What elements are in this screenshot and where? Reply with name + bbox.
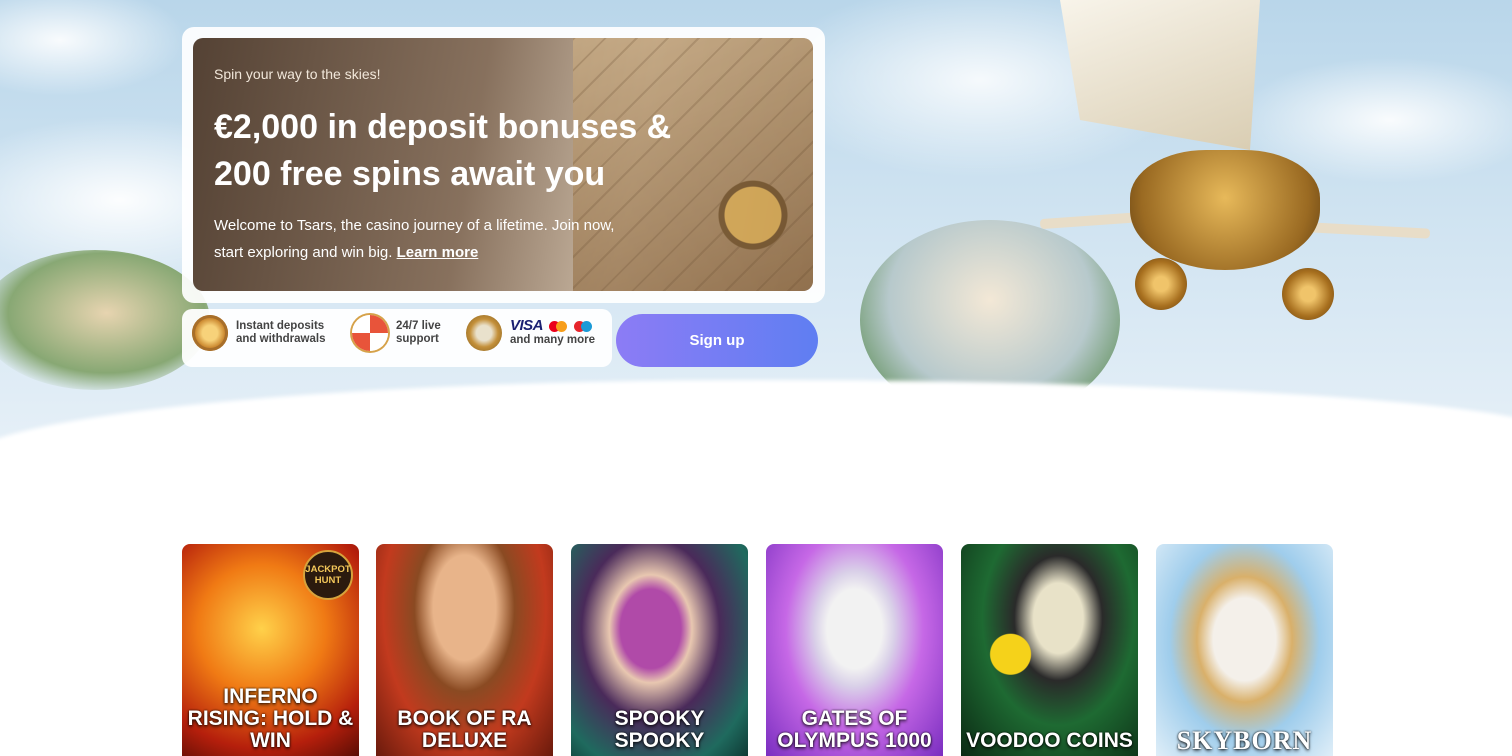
floating-island-left [0, 250, 210, 390]
game-title: BOOK OF RA DELUXE [397, 707, 532, 752]
visa-logo: VISA [510, 317, 544, 334]
headline-line-1: €2,000 in deposit bonuses & [214, 108, 672, 146]
feature-label: Instant deposits and withdrawals [236, 320, 325, 346]
feature-instant-deposits: Instant deposits and withdrawals [192, 315, 325, 351]
jackpot-hunt-badge: JACKPOT HUNT [303, 550, 353, 600]
promo-headline: €2,000 in deposit bonuses & 200 free spi… [214, 104, 774, 198]
feature-live-support: 24/7 live support [352, 315, 441, 351]
feature-label: 24/7 live support [396, 320, 441, 346]
airship-sail [1060, 0, 1260, 150]
learn-more-link[interactable]: Learn more [397, 244, 479, 261]
game-title: SPOOKY SPOOKY [614, 707, 705, 752]
game-tile-skyborn[interactable]: SKYBORN [1156, 544, 1333, 756]
airship-hull [1130, 150, 1320, 270]
payment-coin-icon [466, 315, 502, 351]
airship-wheel-left [1135, 258, 1187, 310]
description-line-2-text: start exploring and win big. [214, 244, 393, 261]
feature-line-2: and many more [510, 334, 595, 346]
game-title: SKYBORN [1176, 726, 1313, 755]
maestro-icon [574, 321, 593, 333]
lightning-coin-icon [192, 315, 228, 351]
description-line-1: Welcome to Tsars, the casino journey of … [214, 217, 615, 234]
lifebuoy-icon [352, 315, 388, 351]
game-art [1156, 544, 1333, 756]
game-tile-voodoo-coins[interactable]: VOODOO COINS [961, 544, 1138, 756]
game-art [961, 544, 1138, 756]
game-title: VOODOO COINS [966, 729, 1133, 752]
airship-wheel-right [1282, 268, 1334, 320]
sign-up-button[interactable]: Sign up [616, 314, 818, 367]
promo-eyebrow: Spin your way to the skies! [214, 66, 381, 82]
description-line-2: start exploring and win big. Learn more [214, 239, 644, 266]
cloud-divider [0, 380, 1512, 470]
game-title: GATES OF OLYMPUS 1000 [777, 707, 932, 752]
game-tile-spooky-spooky[interactable]: SPOOKY SPOOKY [571, 544, 748, 756]
feature-line-2: and withdrawals [236, 333, 326, 345]
promo-description: Welcome to Tsars, the casino journey of … [214, 212, 644, 266]
feature-line-1: 24/7 live [396, 320, 441, 332]
game-tile-book-of-ra[interactable]: BOOK OF RA DELUXE [376, 544, 553, 756]
game-tile-gates-of-olympus[interactable]: GATES OF OLYMPUS 1000 [766, 544, 943, 756]
feature-label: VISA and many more [510, 317, 595, 347]
headline-line-2: 200 free spins await you [214, 155, 606, 193]
game-title: INFERNO RISING: HOLD & WIN [187, 685, 354, 752]
feature-payment-methods: VISA and many more [466, 315, 595, 351]
feature-line-1: Instant deposits [236, 320, 325, 332]
payment-brands: VISA [510, 317, 595, 334]
feature-line-2: support [396, 333, 439, 345]
game-tile-inferno-rising[interactable]: JACKPOT HUNT INFERNO RISING: HOLD & WIN [182, 544, 359, 756]
mastercard-icon [549, 321, 570, 333]
